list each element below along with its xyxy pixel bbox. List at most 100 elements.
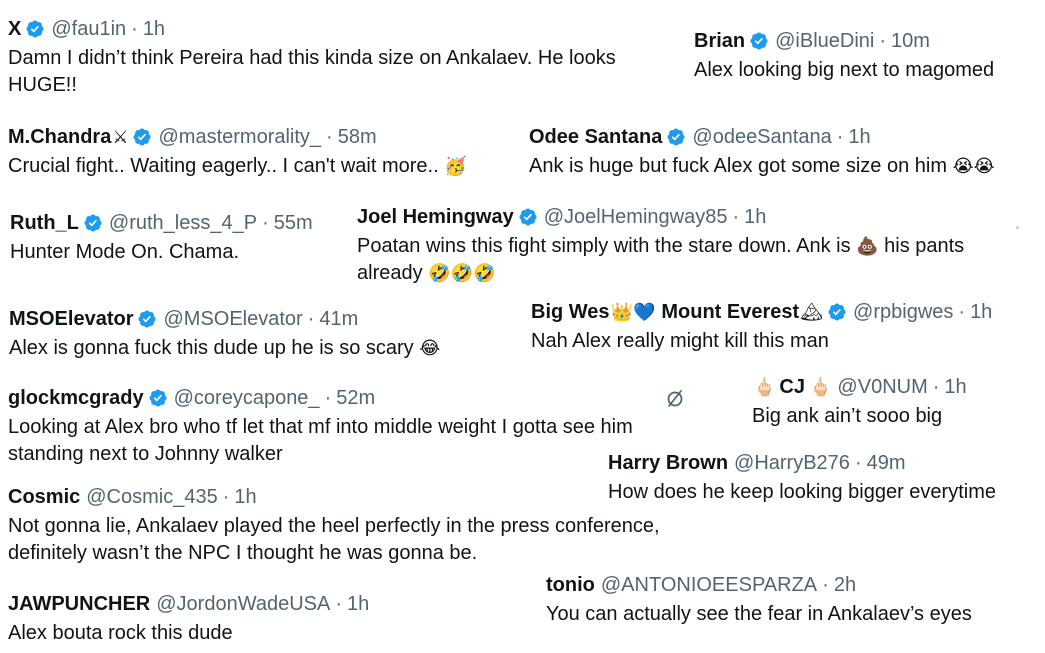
tweet-header: Brian @iBlueDini · 10m xyxy=(694,29,994,53)
timestamp[interactable]: 1h xyxy=(970,300,992,324)
author-handle[interactable]: @fau1in xyxy=(51,17,126,41)
verified-badge-icon xyxy=(749,31,769,51)
author-name[interactable]: tonio xyxy=(546,573,595,597)
timestamp[interactable]: 1h xyxy=(744,205,766,229)
verified-badge-icon xyxy=(666,127,686,147)
author-handle[interactable]: @iBlueDini xyxy=(775,29,874,53)
timestamp[interactable]: 1h xyxy=(848,125,870,149)
timestamp[interactable]: 52m xyxy=(336,386,375,410)
tweet-text: Ank is huge but fuck Alex got some size … xyxy=(529,153,995,180)
tweet-card: Joel Hemingway @JoelHemingway85 · 1h Poa… xyxy=(357,205,964,287)
tweet-card: M.Chandra ⚔ @mastermorality_ · 58m Cruci… xyxy=(8,125,467,180)
author-name-part2[interactable]: Mount Everest xyxy=(661,300,799,324)
tweet-text-body: Poatan wins this fight simply with the s… xyxy=(357,235,851,257)
tweet-header: X @fau1in · 1h xyxy=(8,17,678,41)
rofl-emoji: 🤣🤣🤣 xyxy=(428,263,496,283)
author-name[interactable]: Harry Brown xyxy=(608,451,728,475)
author-name[interactable]: glockmcgrady xyxy=(8,386,144,410)
author-handle[interactable]: @rpbigwes xyxy=(853,300,953,324)
author-handle[interactable]: @ruth_less_4_P xyxy=(109,211,257,235)
tweet-card: 🖕🏻 CJ 🖕🏻 @V0NUM · 1h Big ank ain’t sooo … xyxy=(752,375,967,430)
tweet-header: glockmcgrady @coreycapone_ · 52m xyxy=(8,386,633,410)
middle-finger-emoji: 🖕🏻 xyxy=(753,377,776,397)
author-name[interactable]: Big Wes xyxy=(531,300,610,324)
tweet-text: Alex looking big next to magomed xyxy=(694,59,995,81)
tweet-header: M.Chandra ⚔ @mastermorality_ · 58m xyxy=(8,125,467,149)
author-handle[interactable]: @coreycapone_ xyxy=(174,386,320,410)
tweet-card: JAWPUNCHER @JordonWadeUSA · 1h Alex bout… xyxy=(8,592,369,647)
tweet-text: Alex bouta rock this dude xyxy=(8,622,233,644)
tweet-card: Odee Santana @odeeSantana · 1h Ank is hu… xyxy=(529,125,995,180)
author-handle[interactable]: @JordonWadeUSA xyxy=(156,592,330,616)
tweet-text-body: Looking at Alex bro who tf let that mf i… xyxy=(8,416,633,438)
tweet-text: You can actually see the fear in Ankalae… xyxy=(546,603,972,625)
timestamp[interactable]: 1h xyxy=(347,592,369,616)
timestamp[interactable]: 1h xyxy=(143,17,165,41)
author-handle[interactable]: @Cosmic_435 xyxy=(86,485,217,509)
tweet-text: Damn I didn’t think Pereira had this kin… xyxy=(8,47,616,96)
author-name[interactable]: Cosmic xyxy=(8,485,80,509)
tweet-text-body: Alex is gonna fuck this dude up he is so… xyxy=(9,337,414,359)
author-name[interactable]: MSOElevator xyxy=(9,307,133,331)
tweet-card: Big Wes 👑💙 Mount Everest 🏔 @rpbigwes · 1… xyxy=(531,300,992,355)
crown-heart-emoji: 👑💙 xyxy=(610,302,656,322)
tweet-text: Hunter Mode On. Chama. xyxy=(10,241,239,263)
timestamp[interactable]: 41m xyxy=(319,307,358,331)
tweet-text: Nah Alex really might kill this man xyxy=(531,330,829,352)
separator-dot: · xyxy=(131,18,138,40)
stray-dot xyxy=(1016,226,1019,229)
separator-dot: · xyxy=(335,593,343,615)
middle-finger-emoji: 🖕🏻 xyxy=(809,377,832,397)
author-handle[interactable]: @ANTONIOEESPARZA xyxy=(601,573,817,597)
mute-icon[interactable] xyxy=(664,387,686,409)
tweet-header: tonio @ANTONIOEESPARZA · 2h xyxy=(546,573,972,597)
author-handle[interactable]: @JoelHemingway85 xyxy=(544,205,728,229)
separator-dot: · xyxy=(836,126,844,148)
author-name[interactable]: Ruth_L xyxy=(10,211,79,235)
tweet-header: Ruth_L @ruth_less_4_P · 55m xyxy=(10,211,313,235)
author-name[interactable]: M.Chandra xyxy=(8,125,111,149)
timestamp[interactable]: 1h xyxy=(234,485,256,509)
verified-badge-icon xyxy=(518,207,538,227)
timestamp[interactable]: 1h xyxy=(944,375,966,399)
timestamp[interactable]: 55m xyxy=(274,211,313,235)
author-handle[interactable]: @MSOElevator xyxy=(163,307,302,331)
tweet-header: Joel Hemingway @JoelHemingway85 · 1h xyxy=(357,205,964,229)
tweet-header: Big Wes 👑💙 Mount Everest 🏔 @rpbigwes · 1… xyxy=(531,300,992,324)
tweet-text-body: Crucial fight.. Waiting eagerly.. I can'… xyxy=(8,155,439,177)
tweet-card: Brian @iBlueDini · 10m Alex looking big … xyxy=(694,29,994,84)
author-name[interactable]: Brian xyxy=(694,29,745,53)
author-handle[interactable]: @HarryB276 xyxy=(734,451,850,475)
author-handle[interactable]: @odeeSantana xyxy=(692,125,831,149)
timestamp[interactable]: 58m xyxy=(338,125,377,149)
author-handle[interactable]: @V0NUM xyxy=(837,375,927,399)
author-name[interactable]: X xyxy=(8,17,21,41)
party-face-emoji: 🥳 xyxy=(444,156,467,176)
verified-badge-icon xyxy=(137,309,157,329)
poop-emoji: 💩 xyxy=(856,236,879,256)
author-name[interactable]: Odee Santana xyxy=(529,125,662,149)
separator-dot: · xyxy=(262,212,269,234)
crossed-swords-emoji: ⚔ xyxy=(112,127,129,147)
timestamp[interactable]: 49m xyxy=(867,451,906,475)
author-name[interactable]: JAWPUNCHER xyxy=(8,592,150,616)
mountain-emoji: 🏔 xyxy=(800,302,824,322)
author-name[interactable]: Joel Hemingway xyxy=(357,205,514,229)
tweet-text: Alex is gonna fuck this dude up he is so… xyxy=(9,335,440,362)
tweet-text: Looking at Alex bro who tf let that mf i… xyxy=(8,414,633,468)
separator-dot: · xyxy=(958,301,966,323)
tweet-header: Cosmic @Cosmic_435 · 1h xyxy=(8,485,660,509)
tweet-header: JAWPUNCHER @JordonWadeUSA · 1h xyxy=(8,592,369,616)
author-name[interactable]: CJ xyxy=(779,375,805,399)
tweet-card: Cosmic @Cosmic_435 · 1h Not gonna lie, A… xyxy=(8,485,660,567)
separator-dot: · xyxy=(854,452,862,474)
verified-badge-icon xyxy=(148,388,168,408)
verified-badge-icon xyxy=(132,127,152,147)
author-handle[interactable]: @mastermorality_ xyxy=(158,125,321,149)
tweet-card: Ruth_L @ruth_less_4_P · 55m Hunter Mode … xyxy=(10,211,313,266)
tweet-card: Harry Brown @HarryB276 · 49m How does he… xyxy=(608,451,996,506)
timestamp[interactable]: 2h xyxy=(834,573,856,597)
tweet-header: 🖕🏻 CJ 🖕🏻 @V0NUM · 1h xyxy=(752,375,967,399)
timestamp[interactable]: 10m xyxy=(891,29,930,53)
verified-badge-icon xyxy=(827,302,847,322)
